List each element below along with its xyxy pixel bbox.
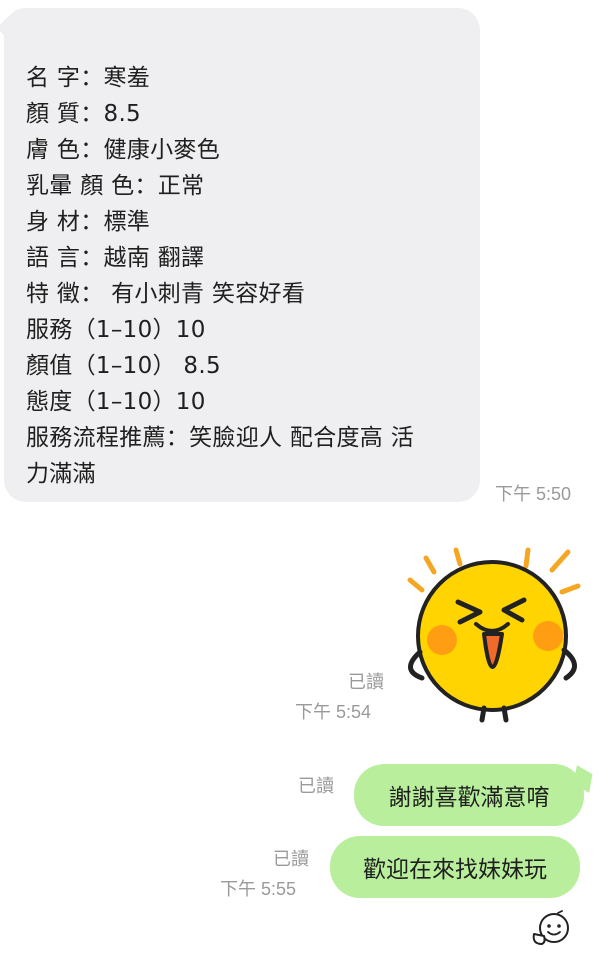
message-line: 顏值（1–10） 8.5 bbox=[26, 353, 221, 379]
message-line: 名 字：寒羞 bbox=[26, 65, 151, 91]
bubble-tail bbox=[0, 16, 20, 40]
message-line: 語 言：越南 翻譯 bbox=[26, 245, 205, 271]
outgoing-message-bubble[interactable]: 歡迎在來找妹妹玩 bbox=[330, 836, 580, 898]
outgoing-message-bubble[interactable]: 謝謝喜歡滿意唷 bbox=[354, 764, 593, 826]
emoji-icon[interactable] bbox=[528, 910, 572, 950]
message-line: 力滿滿 bbox=[26, 461, 96, 487]
message-text: 歡迎在來找妹妹玩 bbox=[363, 857, 547, 883]
incoming-message-bubble[interactable]: 名 字：寒羞 顏 質：8.5 膚 色：健康小麥色 乳暈 顏 色：正常 身 材：標… bbox=[0, 8, 480, 502]
read-receipt: 已讀 bbox=[348, 672, 384, 692]
message-line: 服務流程推薦：笑臉迎人 配合度高 活 bbox=[26, 425, 415, 451]
message-line: 乳暈 顏 色：正常 bbox=[26, 173, 205, 199]
message-line: 顏 質：8.5 bbox=[26, 101, 141, 127]
outgoing-timestamp: 下午 5:55 bbox=[220, 879, 297, 899]
incoming-timestamp: 下午 5:50 bbox=[495, 484, 572, 504]
message-line: 身 材：標準 bbox=[26, 209, 151, 235]
message-line: 服務（1–10）10 bbox=[26, 317, 206, 343]
read-receipt: 已讀 bbox=[273, 849, 309, 869]
message-line: 態度（1–10）10 bbox=[26, 389, 206, 415]
bubble-tail bbox=[573, 765, 593, 793]
laughing-face-sticker-icon[interactable] bbox=[400, 540, 590, 730]
sticker-timestamp: 下午 5:54 bbox=[295, 702, 372, 722]
message-line: 膚 色：健康小麥色 bbox=[26, 137, 221, 163]
read-receipt: 已讀 bbox=[298, 776, 334, 796]
message-line: 特 徵： 有小刺青 笑容好看 bbox=[26, 281, 306, 307]
message-text: 謝謝喜歡滿意唷 bbox=[388, 785, 550, 811]
